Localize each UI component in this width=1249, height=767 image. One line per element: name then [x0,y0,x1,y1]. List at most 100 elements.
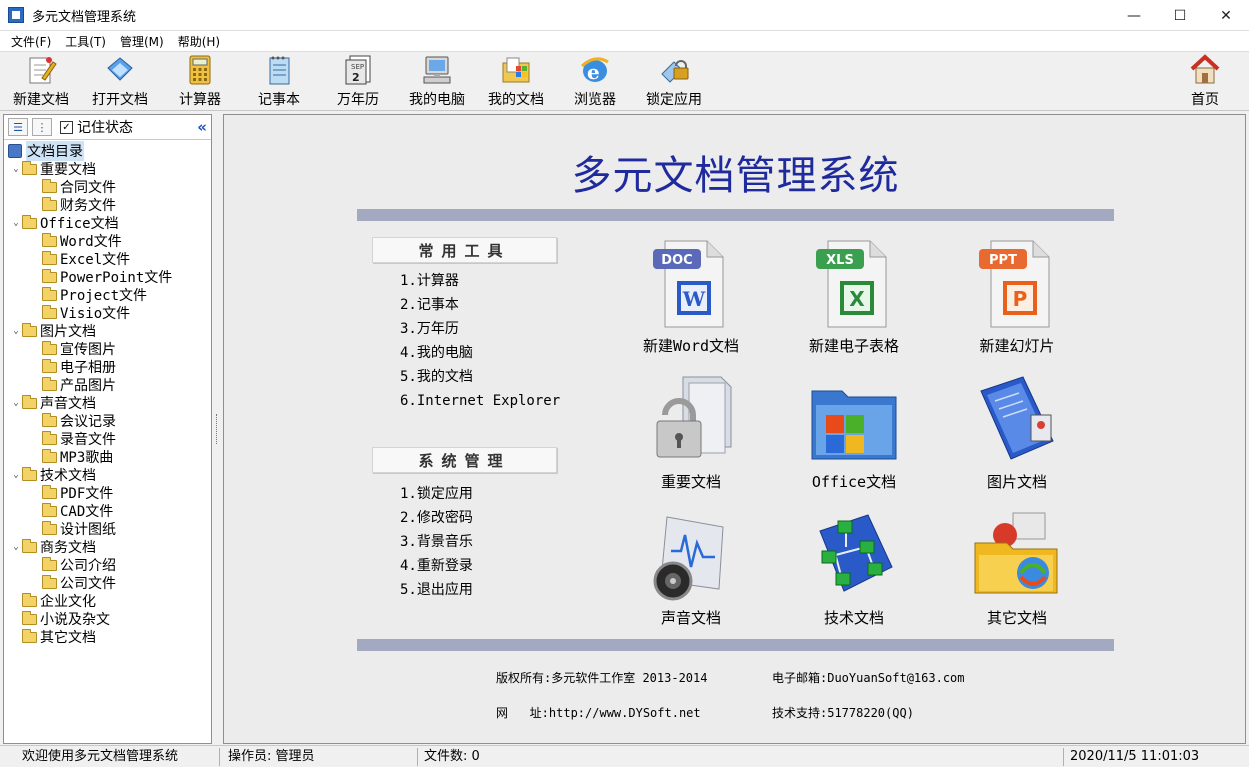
tree-node[interactable]: ⌄ 图片文档 [4,322,211,340]
expand-chevron-icon[interactable]: ⌄ [10,164,22,174]
tree-node[interactable]: 设计图纸 [4,520,211,538]
close-button[interactable]: ✕ [1203,0,1249,31]
expand-chevron-icon[interactable]: ⌄ [10,542,22,552]
minimize-button[interactable]: — [1111,0,1157,31]
admin-link-relogin[interactable]: 4.重新登录 [400,554,473,578]
tree-node[interactable]: PowerPoint文件 [4,268,211,286]
tool-link-notepad[interactable]: 2.记事本 [400,293,560,317]
folder-icon [22,394,37,409]
new-word-tile[interactable]: DOC W 新建Word文档 [621,235,761,356]
tree-node[interactable]: 公司介绍 [4,556,211,574]
tree-node[interactable]: PDF文件 [4,484,211,502]
office-docs-tile[interactable]: Office文档 [784,371,924,492]
new-slide-tile[interactable]: PPT P 新建幻灯片 [947,235,1087,356]
tech-docs-tile[interactable]: 技术文档 [784,507,924,628]
expand-chevron-icon[interactable]: ⌄ [10,470,22,480]
admin-link-music[interactable]: 3.背景音乐 [400,530,473,554]
calculator-button[interactable]: 计算器 [161,54,239,110]
expand-chevron-icon[interactable]: ⌄ [10,218,22,228]
new-document-button[interactable]: 新建文档 [2,54,80,110]
collapse-panel-icon[interactable]: « [197,118,207,136]
xls-badge: XLS [826,253,854,268]
page-title: 多元文档管理系统 [571,153,900,199]
my-documents-label: 我的文档 [488,92,544,108]
home-button[interactable]: 首页 [1166,54,1244,110]
expand-chevron-icon[interactable]: ⌄ [10,326,22,336]
list-view-button[interactable]: ☰ [8,118,28,136]
my-computer-button[interactable]: 我的电脑 [398,54,476,110]
tree-view-button[interactable]: ⋮ [32,118,52,136]
tree-node[interactable]: ⌄ Office文档 [4,214,211,232]
tree-node-label: 录音文件 [60,432,116,448]
tree-node[interactable]: 公司文件 [4,574,211,592]
tree-node[interactable]: MP3歌曲 [4,448,211,466]
folder-icon [42,304,57,319]
my-documents-button[interactable]: 我的文档 [477,54,555,110]
tech-docs-label: 技术文档 [823,609,884,627]
folder-icon [22,466,37,481]
tree-node[interactable]: 其它文档 [4,628,211,646]
new-word-label: 新建Word文档 [642,337,740,355]
picture-book-icon [969,371,1065,467]
tool-link-calculator[interactable]: 1.计算器 [400,269,560,293]
tree-node[interactable]: Word文件 [4,232,211,250]
sound-docs-tile[interactable]: 声音文档 [621,507,761,628]
folder-icon [42,232,57,247]
browser-button[interactable]: e 浏览器 [556,54,634,110]
other-docs-tile[interactable]: 其它文档 [947,507,1087,628]
tree-node[interactable]: 产品图片 [4,376,211,394]
menu-tools[interactable]: 工具(T) [58,33,113,50]
maximize-button[interactable]: ☐ [1157,0,1203,31]
tree-node-label: 设计图纸 [60,522,116,538]
tree-node[interactable]: 电子相册 [4,358,211,376]
tree-node[interactable]: ⌄ 重要文档 [4,160,211,178]
admin-link-password[interactable]: 2.修改密码 [400,506,473,530]
lock-app-button[interactable]: 锁定应用 [635,54,713,110]
tool-link-ie[interactable]: 6.Internet Explorer [400,389,560,413]
calendar-button[interactable]: SEP 2 万年历 [319,54,397,110]
email-text: 电子邮箱:DuoYuanSoft@163.com [772,671,965,685]
status-operator: 操作员: 管理员 [222,748,418,766]
tree-node[interactable]: 合同文件 [4,178,211,196]
tree-node[interactable]: ⌄ 声音文档 [4,394,211,412]
home-label: 首页 [1191,92,1219,108]
locked-folder-icon [643,371,739,467]
tree-node[interactable]: Excel文件 [4,250,211,268]
tree-node[interactable]: 企业文化 [4,592,211,610]
tool-link-computer[interactable]: 4.我的电脑 [400,341,560,365]
tool-link-calendar[interactable]: 3.万年历 [400,317,560,341]
tree-node[interactable]: 会议记录 [4,412,211,430]
new-spreadsheet-tile[interactable]: XLS X 新建电子表格 [784,235,924,356]
tree-node[interactable]: 录音文件 [4,430,211,448]
tree-node[interactable]: 宣传图片 [4,340,211,358]
tree-node[interactable]: ⌄ 技术文档 [4,466,211,484]
remember-state-checkbox[interactable]: ✓ [60,120,73,134]
tree-node[interactable]: ⌄ 商务文档 [4,538,211,556]
tree-node[interactable]: 财务文件 [4,196,211,214]
app-icon [8,7,24,23]
menu-file[interactable]: 文件(F) [4,33,58,50]
notepad-button[interactable]: 记事本 [240,54,318,110]
tree-root[interactable]: 文档目录 [4,141,211,161]
panel-splitter[interactable] [213,114,222,744]
menu-bar: 文件(F) 工具(T) 管理(M) 帮助(H) [0,31,1249,51]
tree-node[interactable]: Project文件 [4,286,211,304]
folder-icon [22,592,37,607]
tree-node[interactable]: Visio文件 [4,304,211,322]
menu-manage[interactable]: 管理(M) [113,33,171,50]
tree-node-label: 产品图片 [60,378,116,394]
copyright-text: 版权所有:多元软件工作室 2013-2014 [496,671,708,685]
tree-node[interactable]: CAD文件 [4,502,211,520]
tool-link-documents[interactable]: 5.我的文档 [400,365,560,389]
admin-link-lock[interactable]: 1.锁定应用 [400,482,473,506]
important-docs-tile[interactable]: 重要文档 [621,371,761,492]
menu-help[interactable]: 帮助(H) [171,33,227,50]
tree-node[interactable]: 小说及杂文 [4,610,211,628]
tree-node-label: 文档目录 [26,141,84,161]
admin-link-exit[interactable]: 5.退出应用 [400,578,473,602]
picture-docs-tile[interactable]: 图片文档 [947,371,1087,492]
open-document-button[interactable]: 打开文档 [81,54,159,110]
folder-icon [42,268,57,283]
folder-icon [42,430,57,445]
expand-chevron-icon[interactable]: ⌄ [10,398,22,408]
